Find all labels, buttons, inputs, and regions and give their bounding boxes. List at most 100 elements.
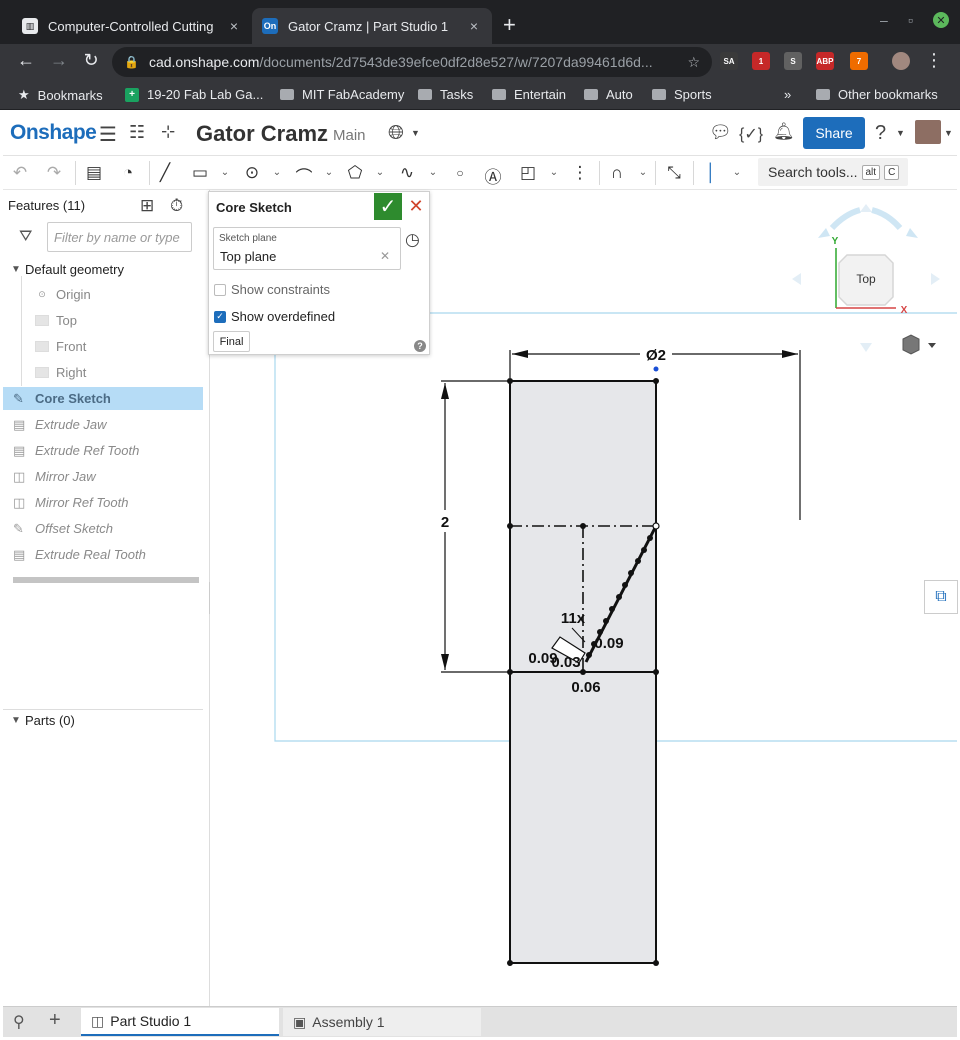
filter-input[interactable]: Filter by name or type: [47, 222, 192, 252]
restore-icon[interactable]: ▫: [908, 12, 913, 28]
view-down-arrow-icon[interactable]: [860, 343, 872, 352]
bookmark-auto[interactable]: Auto: [584, 87, 633, 102]
add-tab-icon[interactable]: +: [49, 1009, 61, 1032]
tooth-dimension[interactable]: 0.06: [571, 679, 600, 696]
tab-manager-icon[interactable]: ⚲: [13, 1012, 25, 1032]
line-tool-icon[interactable]: ╱: [154, 163, 176, 183]
back-icon[interactable]: ←: [14, 50, 38, 71]
default-geometry-group[interactable]: ▼ Default geometry: [11, 262, 124, 277]
accept-button[interactable]: ✓: [374, 193, 402, 220]
tooth-dimension[interactable]: 0.09: [594, 635, 623, 652]
extension-todo-icon[interactable]: 1: [752, 52, 770, 70]
view-cube[interactable]: Top Y X: [792, 204, 940, 352]
undo-icon[interactable]: ↶: [9, 163, 31, 183]
redo-icon[interactable]: ↷: [43, 163, 65, 183]
sketch-vertex-open[interactable]: [652, 522, 660, 530]
help-icon[interactable]: ?: [414, 340, 426, 352]
chevron-down-icon[interactable]: ⌄: [271, 167, 283, 178]
bookmark-mit-fabacademy[interactable]: MIT FabAcademy: [280, 87, 404, 102]
named-views-icon[interactable]: ⧉: [924, 580, 958, 614]
chevron-down-icon[interactable]: ⌄: [219, 167, 231, 178]
chevron-down-icon[interactable]: ⌄: [548, 167, 560, 178]
share-button[interactable]: Share: [803, 117, 865, 149]
bookmark-sports[interactable]: Sports: [652, 87, 712, 102]
chevron-down-icon[interactable]: ⌄: [374, 167, 386, 178]
view-left-arrow-icon[interactable]: [792, 273, 801, 285]
browser-tab-cutting[interactable]: ▥ Computer-Controlled Cutting ×: [12, 8, 252, 44]
tree-item-core-sketch[interactable]: ✎ Core Sketch: [3, 387, 203, 410]
help-icon[interactable]: ?: [875, 122, 886, 145]
point-tool-icon[interactable]: ○: [449, 166, 471, 180]
globe-icon[interactable]: 🌐︎: [388, 122, 404, 145]
hamburger-menu-icon[interactable]: ☰: [99, 122, 117, 147]
bookmark-entertain[interactable]: Entertain: [492, 87, 566, 102]
rotate-arrow-icon[interactable]: [906, 228, 918, 238]
offset-tool-icon[interactable]: ∩: [606, 163, 628, 183]
bookmark-star-icon[interactable]: ☆: [687, 54, 700, 71]
profile-avatar[interactable]: [892, 52, 910, 70]
tree-item-extrude-ref-tooth[interactable]: ▤ Extrude Ref Tooth: [3, 439, 203, 462]
tree-item-origin[interactable]: ⊙ Origin: [3, 283, 203, 306]
rollback-timer-icon[interactable]: ⏱︎: [170, 196, 183, 216]
rotate-arrow-icon[interactable]: [818, 228, 830, 238]
circle-tool-icon[interactable]: ⊙: [241, 163, 263, 183]
close-tab-icon[interactable]: ×: [466, 18, 482, 34]
spline-tool-icon[interactable]: ∿: [396, 163, 418, 183]
checkbox[interactable]: ✓: [214, 310, 226, 323]
construction-tool-icon[interactable]: │: [700, 163, 722, 183]
measure-icon[interactable]: ◔: [117, 163, 139, 183]
extension-sa-icon[interactable]: SA: [720, 52, 738, 70]
tree-item-offset-sketch[interactable]: ✎ Offset Sketch: [3, 517, 203, 540]
view-right-arrow-icon[interactable]: [931, 273, 940, 285]
bookmarks-overflow[interactable]: »: [784, 87, 791, 102]
view-cube-face-label[interactable]: Top: [856, 272, 876, 286]
tree-item-right[interactable]: Right: [3, 361, 203, 384]
sketch-plane-field[interactable]: Sketch plane Top plane ✕: [213, 227, 401, 270]
clear-icon[interactable]: ✕: [380, 249, 390, 263]
notification-bell-icon[interactable]: 🔔︎: [773, 122, 795, 142]
browser-tab-onshape[interactable]: On Gator Cramz | Part Studio 1 ×: [252, 8, 492, 44]
rotate-arrow-icon[interactable]: [829, 207, 861, 231]
tree-item-extrude-real-tooth[interactable]: ▤ Extrude Real Tooth: [3, 543, 203, 566]
chevron-down-icon[interactable]: ▼: [411, 128, 420, 138]
tree-item-mirror-jaw[interactable]: ◫ Mirror Jaw: [3, 465, 203, 488]
bookmark-fablab-games[interactable]: +19-20 Fab Lab Ga...: [125, 87, 263, 102]
new-tab-button[interactable]: +: [503, 12, 516, 38]
tree-item-extrude-jaw[interactable]: ▤ Extrude Jaw: [3, 413, 203, 436]
reload-icon[interactable]: ↻: [79, 50, 103, 71]
width-dimension[interactable]: Ø2: [646, 347, 666, 364]
chrome-menu-icon[interactable]: ⋮: [922, 50, 946, 71]
cancel-button[interactable]: ✕: [405, 195, 427, 217]
final-button[interactable]: Final: [213, 331, 250, 352]
version-icon[interactable]: {✓}: [739, 124, 763, 144]
comment-icon[interactable]: 💬︎: [709, 122, 732, 143]
minimize-icon[interactable]: –: [880, 12, 888, 28]
rotate-arrow-icon[interactable]: [871, 207, 903, 230]
feature-list-icon[interactable]: ☷: [129, 122, 145, 143]
tree-item-mirror-ref-tooth[interactable]: ◫ Mirror Ref Tooth: [3, 491, 203, 514]
add-folder-icon[interactable]: ⊞: [140, 196, 154, 216]
tooth-dimension[interactable]: 0.03: [551, 654, 580, 671]
rectangle-tool-icon[interactable]: ▭: [189, 163, 211, 183]
forward-icon[interactable]: →: [47, 50, 71, 71]
sketch-icon[interactable]: ▤: [83, 163, 105, 183]
height-dimension[interactable]: 2: [441, 514, 449, 531]
user-avatar[interactable]: [915, 120, 941, 144]
insert-icon[interactable]: ⊹: [161, 122, 175, 142]
transform-tool-icon[interactable]: ⤡: [663, 163, 685, 183]
chevron-down-icon[interactable]: ⌄: [323, 167, 335, 178]
view-mode-icon[interactable]: [902, 334, 936, 355]
search-tools-input[interactable]: Search tools... alt C: [758, 158, 908, 186]
checkbox[interactable]: [214, 283, 226, 296]
chevron-down-icon[interactable]: ▼: [944, 128, 953, 138]
trim-tool-icon[interactable]: ⋮: [569, 163, 591, 183]
bookmark-tasks[interactable]: Tasks: [418, 87, 473, 102]
workspace-branch[interactable]: Main: [333, 127, 366, 144]
document-title[interactable]: Gator Cramz: [196, 121, 328, 147]
chevron-down-icon[interactable]: ⌄: [427, 167, 439, 178]
selected-point[interactable]: [653, 366, 659, 372]
bookmark-other[interactable]: Other bookmarks: [816, 87, 938, 102]
view-up-arrow-icon[interactable]: [860, 204, 872, 212]
text-tool-icon[interactable]: Ⓐ: [482, 163, 504, 188]
arc-tool-icon[interactable]: ⌒: [293, 163, 315, 188]
